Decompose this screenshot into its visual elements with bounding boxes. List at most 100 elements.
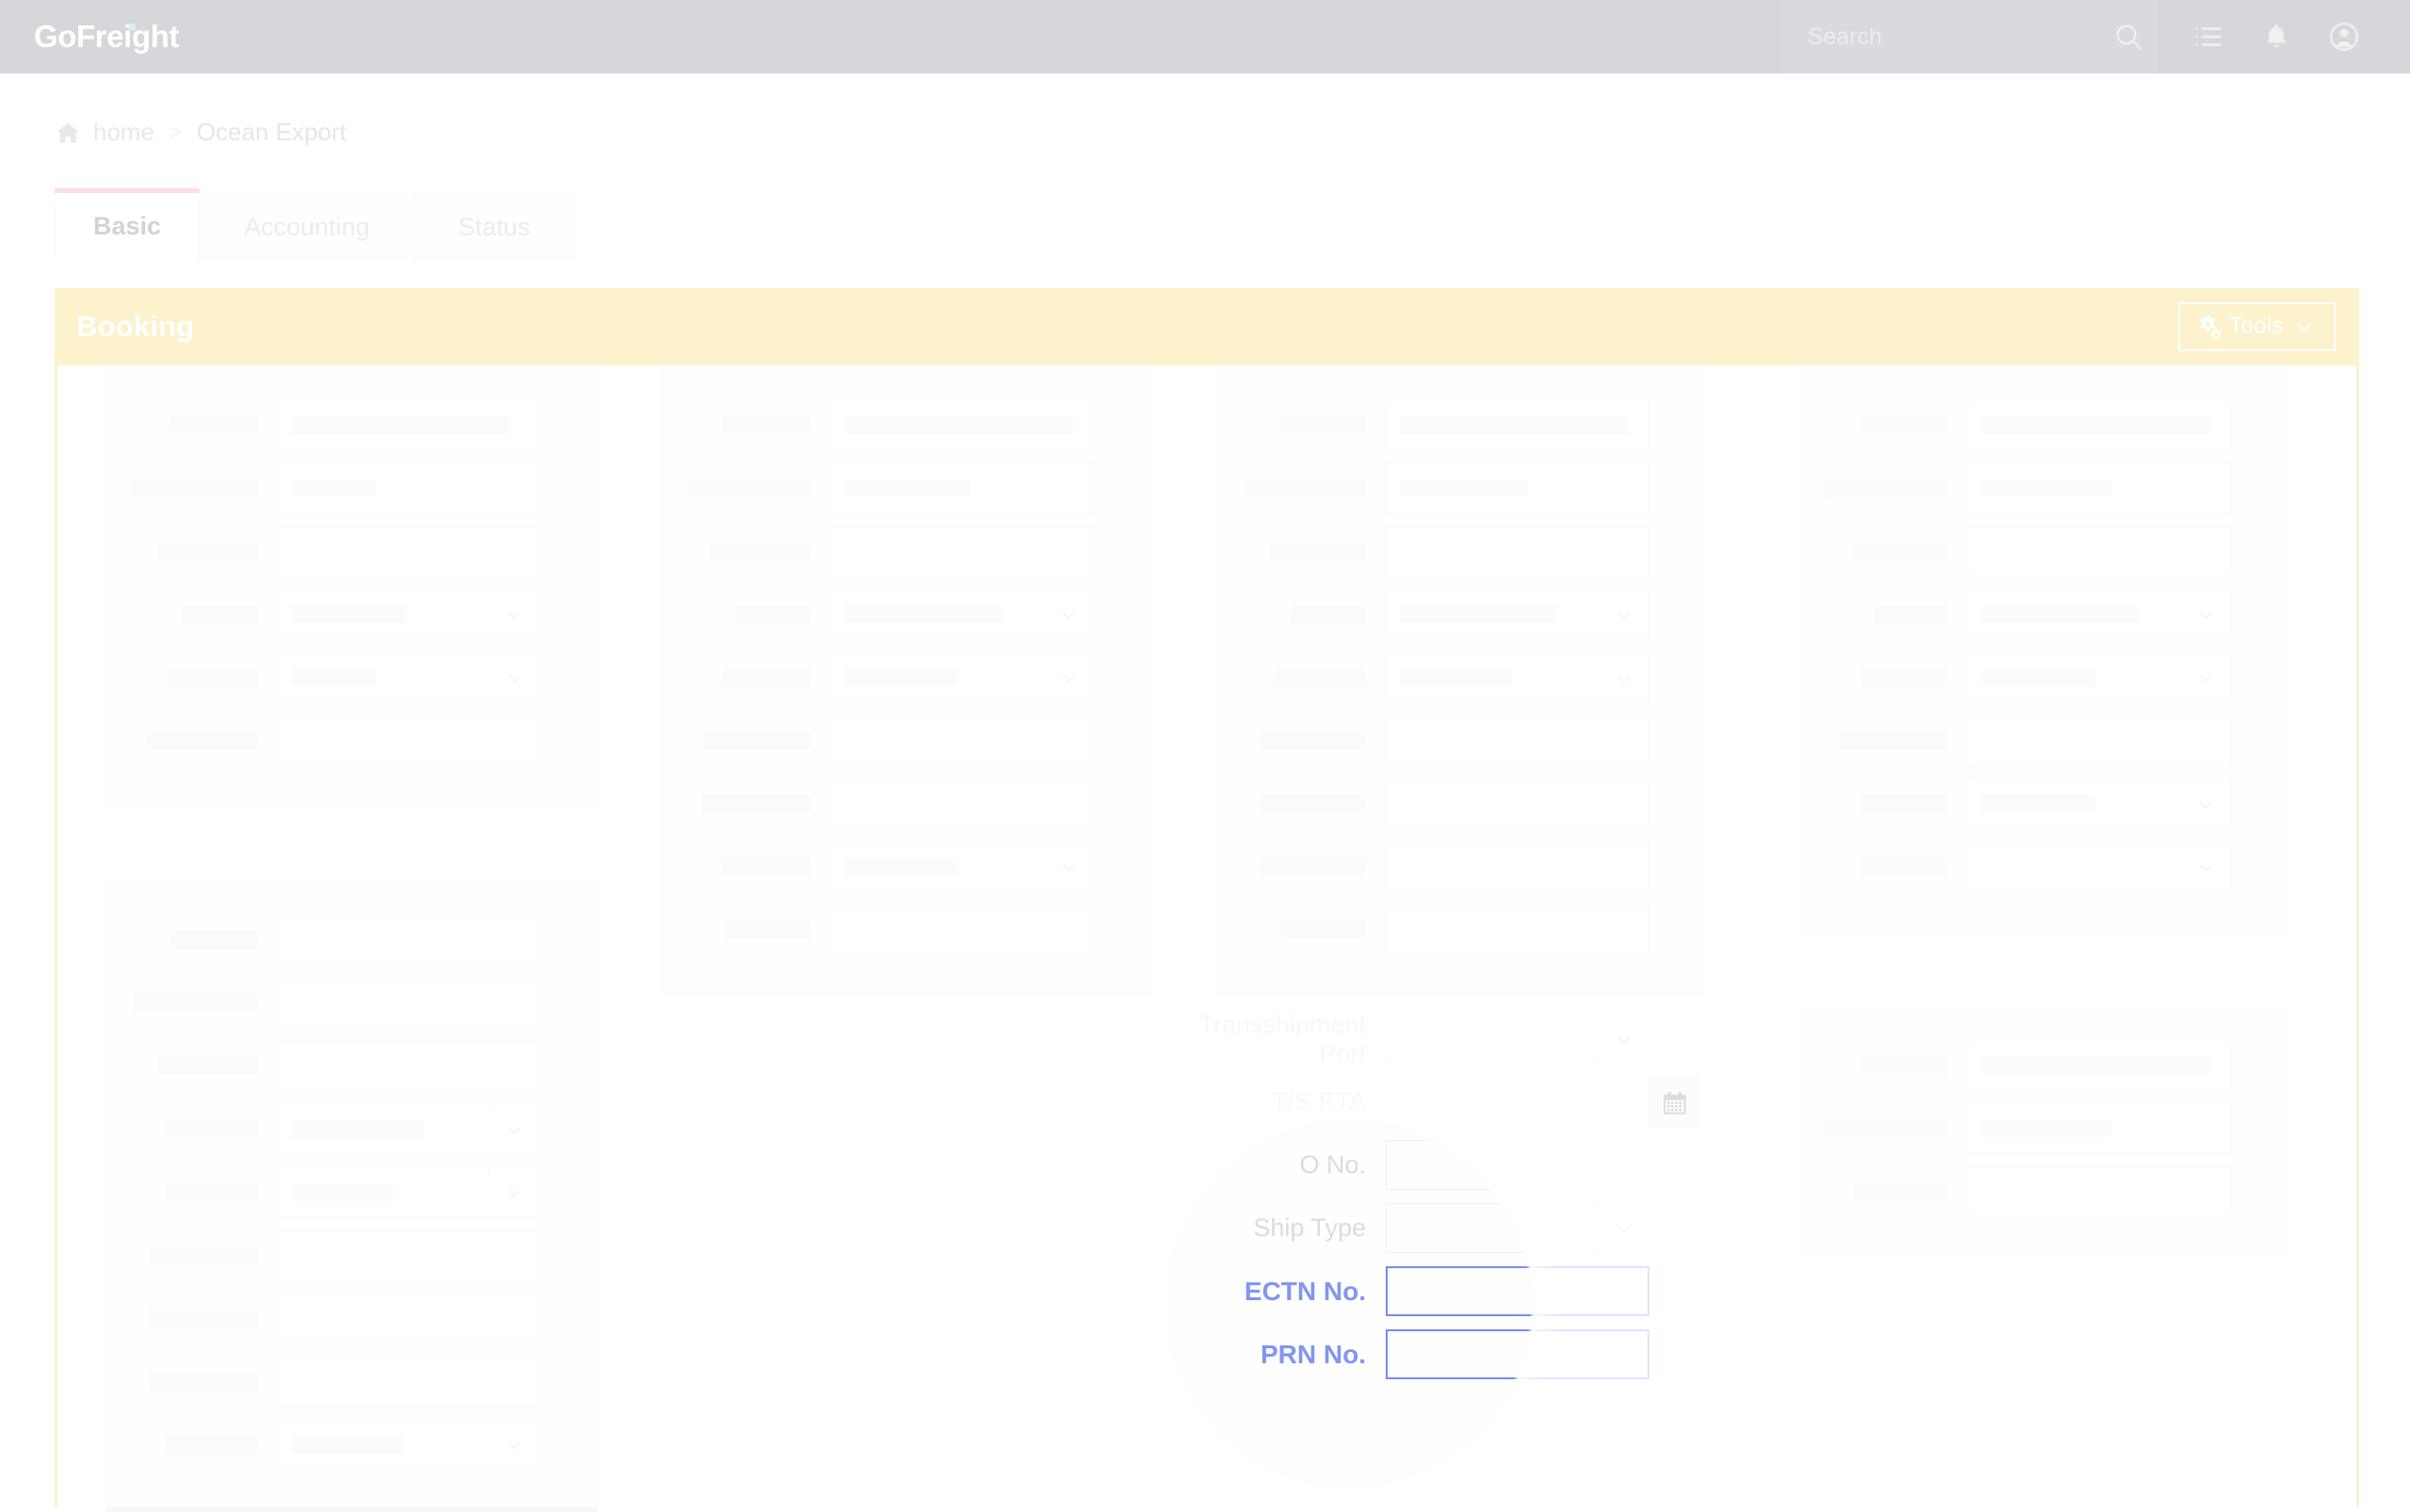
input-placeholder[interactable] [1386,716,1649,765]
input-placeholder[interactable] [277,1357,540,1407]
select-placeholder[interactable] [1386,589,1649,639]
breadcrumb: home > Ocean Export [55,118,346,147]
form-row-placeholder [1796,646,2289,709]
tools-button[interactable]: Tools [2177,302,2336,351]
input-placeholder[interactable] [1386,842,1649,892]
input-placeholder[interactable] [830,905,1094,955]
global-search[interactable] [1781,0,2158,73]
input-placeholder[interactable] [1386,400,1649,450]
input-placeholder[interactable] [1386,779,1649,828]
form-card [105,365,598,808]
calendar-icon[interactable] [1648,1077,1701,1129]
select-placeholder[interactable] [830,652,1094,702]
input-placeholder[interactable] [1968,1040,2231,1090]
input-placeholder[interactable] [1968,463,2231,513]
breadcrumb-home-link[interactable]: home [93,118,154,147]
input-placeholder[interactable] [830,779,1094,828]
search-input[interactable] [1806,22,2113,52]
input-placeholder[interactable] [830,400,1094,450]
input-t-s-eta[interactable] [1386,1077,1701,1129]
input-placeholder[interactable] [830,526,1094,576]
chevron-down-icon[interactable] [489,1104,539,1154]
select-placeholder[interactable] [277,652,540,702]
select-transshipment-port[interactable] [1386,1014,1649,1064]
home-icon[interactable] [55,120,81,146]
chevron-down-icon[interactable] [1042,842,1093,892]
select-placeholder[interactable] [277,1104,540,1154]
input-placeholder[interactable] [277,526,540,576]
chevron-down-icon[interactable] [2179,842,2230,892]
field-label-placeholder [105,994,277,1012]
select-placeholder[interactable] [1386,652,1649,702]
tasks-list-button[interactable] [2175,0,2242,73]
label-bar [1279,416,1366,434]
chevron-down-icon[interactable] [2179,779,2230,828]
select-placeholder[interactable] [1968,652,2231,702]
select-placeholder[interactable] [277,1420,540,1470]
select-placeholder[interactable] [277,1167,540,1217]
select-placeholder[interactable] [1968,779,2231,828]
input-placeholder[interactable] [1386,526,1649,576]
field-label-placeholder [1796,605,1968,623]
user-account-button[interactable] [2310,0,2378,73]
field-label-placeholder [1214,858,1386,876]
input-placeholder[interactable] [1968,400,2231,450]
input-o-no[interactable] [1386,1140,1649,1190]
chevron-down-icon[interactable] [489,652,539,702]
form-row-placeholder [105,1161,598,1224]
chevron-down-icon[interactable] [489,589,539,639]
select-placeholder[interactable] [1968,842,2231,892]
chevron-down-icon[interactable] [1598,589,1648,639]
label-bar [1824,479,1948,497]
chevron-down-icon[interactable] [1598,1014,1648,1064]
select-placeholder[interactable] [1968,589,2231,639]
chevron-down-icon[interactable] [1042,589,1093,639]
input-placeholder[interactable] [277,915,540,965]
form-card [1796,1005,2289,1259]
input-placeholder[interactable] [1968,526,2231,576]
select-ship-type[interactable] [1386,1203,1649,1253]
input-placeholder[interactable] [1386,905,1649,955]
label-bar [724,921,811,939]
form-card [1214,365,1707,997]
app-logo[interactable]: GoFreight [34,19,179,55]
chevron-down-icon[interactable] [1598,652,1648,702]
booking-panel-header: Booking Tools [57,288,2356,365]
chevron-down-icon[interactable] [1042,652,1093,702]
input-placeholder[interactable] [830,716,1094,765]
input-placeholder[interactable] [1968,1166,2231,1216]
input-placeholder[interactable] [277,1231,540,1280]
input-placeholder[interactable] [277,1041,540,1091]
chevron-down-icon[interactable] [489,1167,539,1217]
tab-basic[interactable]: Basic [55,188,201,261]
input-placeholder[interactable] [277,463,540,513]
input-placeholder[interactable] [277,400,540,450]
chevron-down-icon[interactable] [1598,1203,1648,1253]
label-bar [1270,542,1366,560]
input-placeholder[interactable] [1968,716,2231,765]
form-row-placeholder [105,1350,598,1413]
input-placeholder[interactable] [277,716,540,765]
input-placeholder[interactable] [830,463,1094,513]
input-ectn-no[interactable] [1386,1266,1649,1316]
input-prn-no[interactable] [1386,1329,1649,1379]
select-placeholder[interactable] [830,589,1094,639]
input-placeholder[interactable] [1386,463,1649,513]
select-placeholder[interactable] [277,589,540,639]
search-icon[interactable] [2113,21,2145,53]
notifications-button[interactable] [2242,0,2310,73]
form-row-placeholder [659,646,1151,709]
chevron-down-icon[interactable] [2179,589,2230,639]
value-bar [291,479,376,497]
field-label-placeholder [1796,795,1968,812]
tab-status[interactable]: Status [413,193,575,261]
tab-accounting[interactable]: Accounting [200,193,414,261]
chevron-down-icon[interactable] [2179,652,2230,702]
select-placeholder[interactable] [830,842,1094,892]
field-label-placeholder [1214,795,1386,812]
input-placeholder[interactable] [277,1294,540,1343]
form-row-placeholder [1796,457,2289,520]
input-placeholder[interactable] [1968,1103,2231,1153]
chevron-down-icon[interactable] [489,1420,539,1470]
input-placeholder[interactable] [277,978,540,1028]
